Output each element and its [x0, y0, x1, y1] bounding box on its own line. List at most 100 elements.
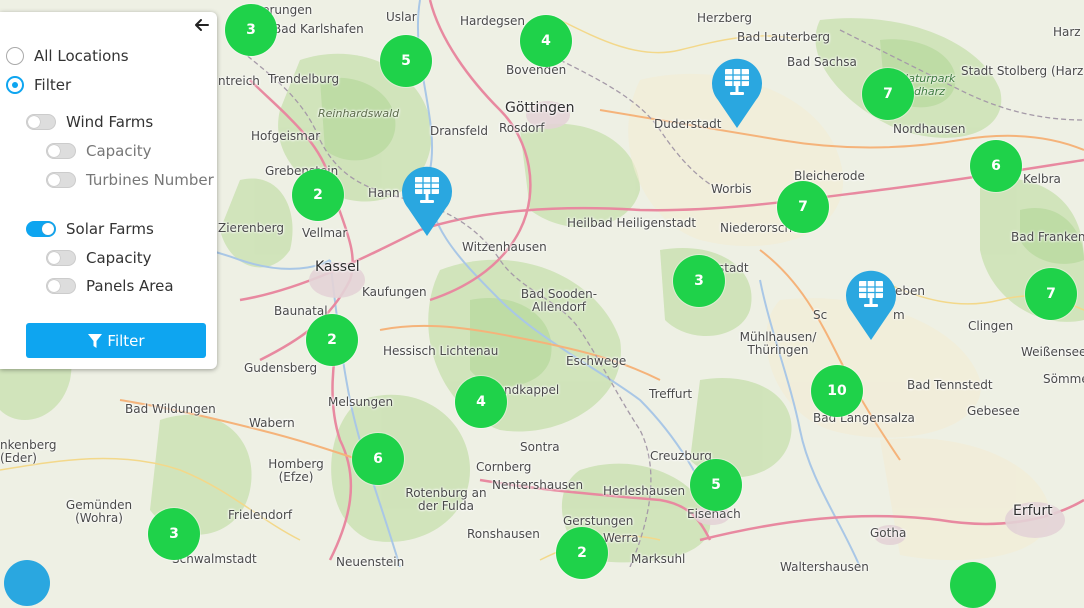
place-label: Bad Sooden-Allendorf — [520, 287, 598, 314]
cluster-marker[interactable]: 3 — [225, 4, 277, 56]
place-label: Gotha — [870, 526, 907, 540]
radio-label: Filter — [34, 76, 72, 94]
cluster-marker[interactable]: 6 — [352, 433, 404, 485]
arrow-left-icon — [195, 19, 209, 31]
solar-farms-toggle[interactable] — [26, 221, 56, 237]
place-label: Dransfeld — [430, 124, 488, 138]
place-label: Neuenstein — [336, 555, 405, 569]
radio-label: All Locations — [34, 47, 129, 65]
cluster-marker[interactable]: 4 — [455, 376, 507, 428]
place-label: Clingen — [968, 319, 1014, 333]
place-label: Nentershausen — [492, 478, 584, 492]
filter-button[interactable]: Filter — [26, 323, 206, 358]
place-label: Melsungen — [328, 395, 394, 409]
place-label: Ronshausen — [467, 527, 540, 541]
toggle-label: Capacity — [86, 249, 152, 267]
wind-turbines-toggle-row[interactable]: Turbines Number — [46, 171, 214, 189]
place-label: Bad Karlshafen — [273, 22, 364, 36]
place-label: Gebesee — [967, 404, 1020, 418]
solar-panel-icon — [712, 58, 762, 128]
cluster-marker[interactable]: 5 — [380, 35, 432, 87]
place-label: ntreich — [218, 74, 260, 88]
place-label: Cornberg — [476, 460, 532, 474]
place-label: Bad Tennstedt — [907, 378, 993, 392]
cluster-marker[interactable]: 10 — [811, 365, 863, 417]
place-label: Rotenburg an der Fulda — [405, 486, 487, 513]
place-label: Creuzburg — [650, 449, 712, 463]
solar-capacity-toggle-row[interactable]: Capacity — [46, 249, 152, 267]
wind-farms-toggle[interactable] — [26, 114, 56, 130]
place-label: Gemünden (Wohra) — [65, 498, 133, 525]
cluster-marker[interactable]: 7 — [777, 181, 829, 233]
place-label: Sc — [813, 308, 828, 322]
wind-farms-toggle-row[interactable]: Wind Farms — [26, 113, 153, 131]
cluster-marker[interactable]: 2 — [556, 527, 608, 579]
collapse-panel-button[interactable] — [193, 16, 211, 34]
radio-all-locations[interactable]: All Locations — [6, 47, 129, 65]
solar-panels-area-toggle[interactable] — [46, 278, 76, 294]
place-label: Bad Franken — [1011, 230, 1084, 244]
place-label: Kassel — [315, 259, 360, 275]
cluster-marker[interactable]: 2 — [292, 169, 344, 221]
place-label: Witzenhausen — [462, 240, 547, 254]
place-label: Zierenberg — [218, 221, 284, 235]
cluster-marker[interactable]: 7 — [1025, 268, 1077, 320]
cluster-marker-partial[interactable] — [950, 562, 996, 608]
place-label: Stadt Stolberg (Harz) — [961, 64, 1084, 78]
place-label: Bad Wildungen — [125, 402, 216, 416]
place-label: Göttingen — [505, 100, 575, 116]
place-label: Kelbra — [1023, 172, 1061, 186]
place-label: Trendelburg — [268, 72, 340, 86]
cluster-marker[interactable]: 3 — [148, 508, 200, 560]
cluster-marker[interactable]: 4 — [520, 15, 572, 67]
wind-turbines-toggle[interactable] — [46, 172, 76, 188]
cluster-marker[interactable]: 5 — [690, 459, 742, 511]
place-label: Sontra — [520, 440, 560, 454]
place-label: Eschwege — [566, 354, 627, 368]
solar-farm-marker[interactable] — [842, 266, 900, 342]
cluster-marker[interactable]: 2 — [306, 314, 358, 366]
place-label: Homberg (Efze) — [268, 457, 324, 484]
place-label: Marksuhl — [631, 552, 686, 566]
place-label: Frielendorf — [228, 508, 293, 522]
filter-icon — [88, 333, 103, 348]
solar-panel-icon — [846, 270, 896, 340]
cluster-marker[interactable]: 7 — [862, 68, 914, 120]
place-label: Worbis — [711, 182, 752, 196]
place-label: Werra — [603, 531, 639, 545]
wind-capacity-toggle-row[interactable]: Capacity — [46, 142, 152, 160]
toggle-label: Solar Farms — [66, 220, 154, 238]
place-label: Mühlhausen/ Thüringen — [739, 330, 817, 357]
place-label: Hessisch Lichtenau — [383, 344, 499, 358]
solar-farm-marker[interactable] — [398, 162, 456, 238]
place-label: Uslar — [386, 10, 417, 24]
place-label: Sömme — [1043, 372, 1084, 386]
place-label: Bad Lauterberg — [737, 30, 831, 44]
place-label: Bad Sachsa — [787, 55, 857, 69]
solar-panels-area-toggle-row[interactable]: Panels Area — [46, 277, 174, 295]
radio-button[interactable] — [6, 47, 24, 65]
place-label: Treffurt — [649, 387, 693, 401]
place-label: Waltershausen — [780, 560, 869, 574]
radio-filter[interactable]: Filter — [6, 76, 71, 94]
solar-panel-icon — [402, 166, 452, 236]
cluster-marker[interactable]: 3 — [673, 255, 725, 307]
place-label: Gerstungen — [563, 514, 634, 528]
place-label: Erfurt — [1013, 503, 1053, 519]
toggle-label: Turbines Number — [86, 171, 214, 189]
place-label: Nordhausen — [893, 122, 966, 136]
place-label: Wabern — [249, 416, 295, 430]
place-label: Kaufungen — [362, 285, 427, 299]
place-label: Hann — [368, 186, 400, 200]
solar-farm-marker[interactable] — [708, 54, 766, 130]
toggle-label: Panels Area — [86, 277, 174, 295]
solar-farms-toggle-row[interactable]: Solar Farms — [26, 220, 154, 238]
cluster-marker[interactable]: 6 — [970, 140, 1022, 192]
radio-button[interactable] — [6, 76, 24, 94]
toggle-label: Wind Farms — [66, 113, 154, 131]
solar-capacity-toggle[interactable] — [46, 250, 76, 266]
place-label: Vellmar — [302, 226, 348, 240]
place-label: Gudensberg — [244, 361, 318, 375]
place-label: Weißensee — [1021, 345, 1084, 359]
wind-capacity-toggle[interactable] — [46, 143, 76, 159]
